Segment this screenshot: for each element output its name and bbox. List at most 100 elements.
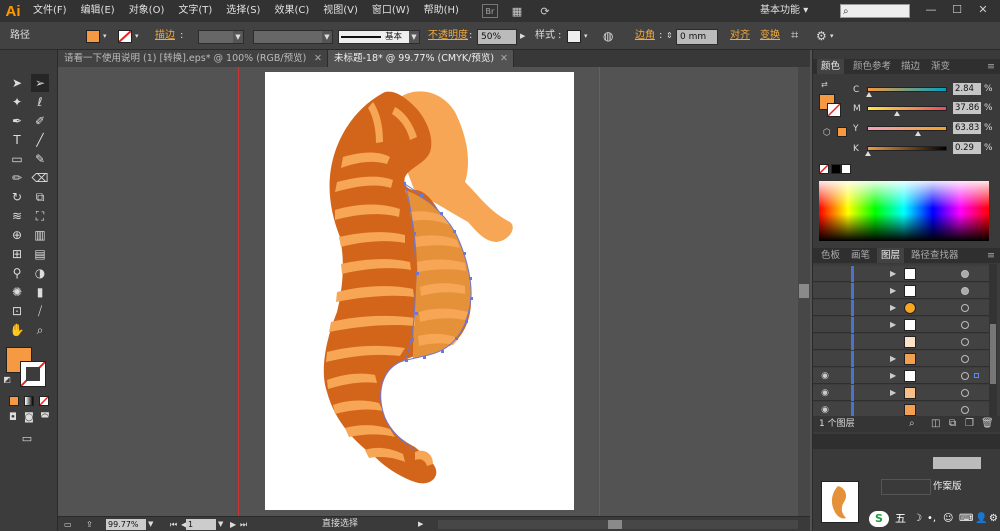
close-icon[interactable]: ✕ (500, 50, 508, 67)
target-icon[interactable] (961, 321, 969, 329)
menu-effect[interactable]: 效果(C) (267, 0, 316, 22)
artboard-tool-icon[interactable]: ⊡ (8, 302, 26, 320)
panel-options-icon[interactable]: ⚙ (816, 22, 827, 50)
brush-definition-dropdown[interactable]: 基本 ▼ (338, 30, 420, 44)
menu-window[interactable]: 窗口(W) (365, 0, 417, 22)
workspace-switcher[interactable]: 基本功能 ▾ (760, 0, 808, 22)
perspective-grid-tool-icon[interactable]: ▥ (31, 226, 49, 244)
rectangle-tool-icon[interactable]: ▭ (8, 150, 26, 168)
eye-icon[interactable]: ◉ (819, 385, 831, 401)
yellow-value-input[interactable]: 63.83 (953, 122, 981, 134)
panel-menu-icon[interactable]: ≡ (983, 248, 999, 263)
target-icon[interactable] (961, 287, 969, 295)
rotate-tool-icon[interactable]: ↻ (8, 188, 26, 206)
horizontal-scrollbar[interactable] (438, 520, 798, 529)
type-tool-icon[interactable]: T (8, 131, 26, 149)
layer-row[interactable]: ▶ (813, 283, 989, 299)
stroke-dropdown-arrow[interactable]: ▾ (135, 22, 139, 50)
gradient-tool-icon[interactable]: ▤ (31, 245, 49, 263)
menu-file[interactable]: 文件(F) (26, 0, 74, 22)
keyboard-icon[interactable]: ⌨ (959, 511, 973, 527)
layer-row[interactable]: ▶ (813, 266, 989, 282)
black-value-input[interactable]: 0.29 (953, 142, 981, 154)
layer-row[interactable] (813, 334, 989, 350)
selection-tool-icon[interactable]: ➤ (8, 74, 26, 92)
target-icon[interactable] (961, 389, 969, 397)
variable-width-dropdown[interactable]: ▼ (253, 30, 333, 44)
zoom-dropdown-arrow[interactable]: ▼ (148, 517, 153, 531)
expand-arrow-icon[interactable]: ▶ (890, 368, 896, 384)
fill-color-swatch[interactable] (86, 30, 100, 43)
layer-row[interactable]: ▶ (813, 300, 989, 316)
width-tool-icon[interactable]: ≋ (8, 207, 26, 225)
tab-color[interactable]: 颜色 (817, 59, 845, 74)
draw-behind-icon[interactable]: ◙ (22, 411, 36, 425)
menu-edit[interactable]: 编辑(E) (74, 0, 122, 22)
graphic-style-swatch[interactable] (567, 30, 581, 43)
white-color-swatch[interactable] (841, 164, 851, 174)
stroke-color-box[interactable] (20, 361, 46, 387)
slider-knob[interactable] (915, 131, 922, 136)
tab-brushes[interactable]: 画笔 (847, 248, 874, 263)
cyan-value-input[interactable]: 2.84 (953, 83, 981, 95)
panel-stroke-swatch[interactable] (827, 103, 841, 117)
search-input[interactable]: ⌕ (840, 4, 910, 18)
emoji-icon[interactable]: ☺ (943, 511, 953, 527)
slider-knob[interactable] (894, 111, 901, 116)
tab-swatches[interactable]: 色板 (817, 248, 844, 263)
gradient-mode-icon[interactable] (24, 396, 34, 406)
black-slider[interactable]: K 0.29 % (853, 142, 1000, 158)
expand-arrow-icon[interactable]: ▶ (890, 351, 896, 367)
lasso-tool-icon[interactable]: ℓ (31, 93, 49, 111)
slider-track[interactable] (867, 126, 947, 131)
magenta-slider[interactable]: M 37.86 % (853, 102, 1000, 118)
slider-track[interactable] (867, 87, 947, 92)
free-transform-tool-icon[interactable]: ⛶ (31, 207, 49, 225)
shape-builder-tool-icon[interactable]: ⊕ (8, 226, 26, 244)
panel-menu-icon[interactable]: ≡ (983, 59, 999, 74)
minimize-icon[interactable]: — (922, 3, 940, 17)
swap-fill-stroke-icon[interactable]: ⇄ (821, 80, 828, 89)
status-menu-arrow[interactable]: ▶ (418, 517, 423, 531)
line-tool-icon[interactable]: ╱ (31, 131, 49, 149)
user-icon[interactable]: 👤 (975, 511, 987, 527)
workgroup-icon[interactable]: ▭ (64, 517, 72, 531)
recolor-artwork-icon[interactable]: ◍ (603, 22, 613, 50)
zoom-input[interactable]: 99.77% (106, 519, 146, 530)
selection-indicator[interactable] (974, 373, 979, 378)
layer-row[interactable]: ◉ ▶ (813, 368, 989, 384)
menu-type[interactable]: 文字(T) (171, 0, 219, 22)
menu-select[interactable]: 选择(S) (219, 0, 267, 22)
trash-icon[interactable]: 🗑 (981, 416, 994, 432)
tab-document-1[interactable]: 请看一下使用说明 (1) [转换].eps* @ 100% (RGB/预览) ✕ (58, 50, 328, 67)
slice-tool-icon[interactable]: ⧸ (31, 302, 49, 320)
target-icon[interactable] (961, 406, 969, 414)
tab-pathfinder[interactable]: 路径查找器 (907, 248, 963, 263)
tab-gradient[interactable]: 渐变 (927, 59, 954, 74)
pen-tool-icon[interactable]: ✒ (8, 112, 26, 130)
direct-selection-tool-icon[interactable]: ➢ (31, 74, 49, 92)
slider-track[interactable] (867, 106, 947, 111)
first-artboard-icon[interactable]: ⏮ (170, 517, 177, 531)
transform-link[interactable]: 变换 (760, 22, 780, 50)
seahorse-artwork[interactable] (265, 72, 574, 510)
fill-dropdown-arrow[interactable]: ▾ (103, 22, 107, 50)
vertical-scroll-thumb[interactable] (799, 284, 809, 298)
eyedropper-tool-icon[interactable]: ⚲ (8, 264, 26, 282)
eraser-tool-icon[interactable]: ⌫ (31, 169, 49, 187)
none-color-swatch[interactable] (819, 164, 829, 174)
locate-object-icon[interactable]: ⌕ (909, 416, 915, 432)
corner-label[interactable]: 边角 (635, 22, 655, 50)
color-mode-icon[interactable] (9, 396, 19, 406)
target-icon[interactable] (961, 355, 969, 363)
hand-tool-icon[interactable]: ✋ (8, 321, 26, 339)
layers-scroll-thumb[interactable] (990, 324, 996, 384)
align-link[interactable]: 对齐 (730, 22, 750, 50)
cyan-slider[interactable]: C 2.84 % (853, 83, 1000, 99)
next-artboard-icon[interactable]: ▶ (230, 517, 236, 531)
symbol-sprayer-tool-icon[interactable]: ✺ (8, 283, 26, 301)
expand-arrow-icon[interactable]: ▶ (890, 317, 896, 333)
punctuation-icon[interactable]: •, (927, 511, 936, 527)
last-artboard-icon[interactable]: ⏭ (240, 517, 247, 531)
stroke-label[interactable]: 描边 (155, 22, 175, 50)
